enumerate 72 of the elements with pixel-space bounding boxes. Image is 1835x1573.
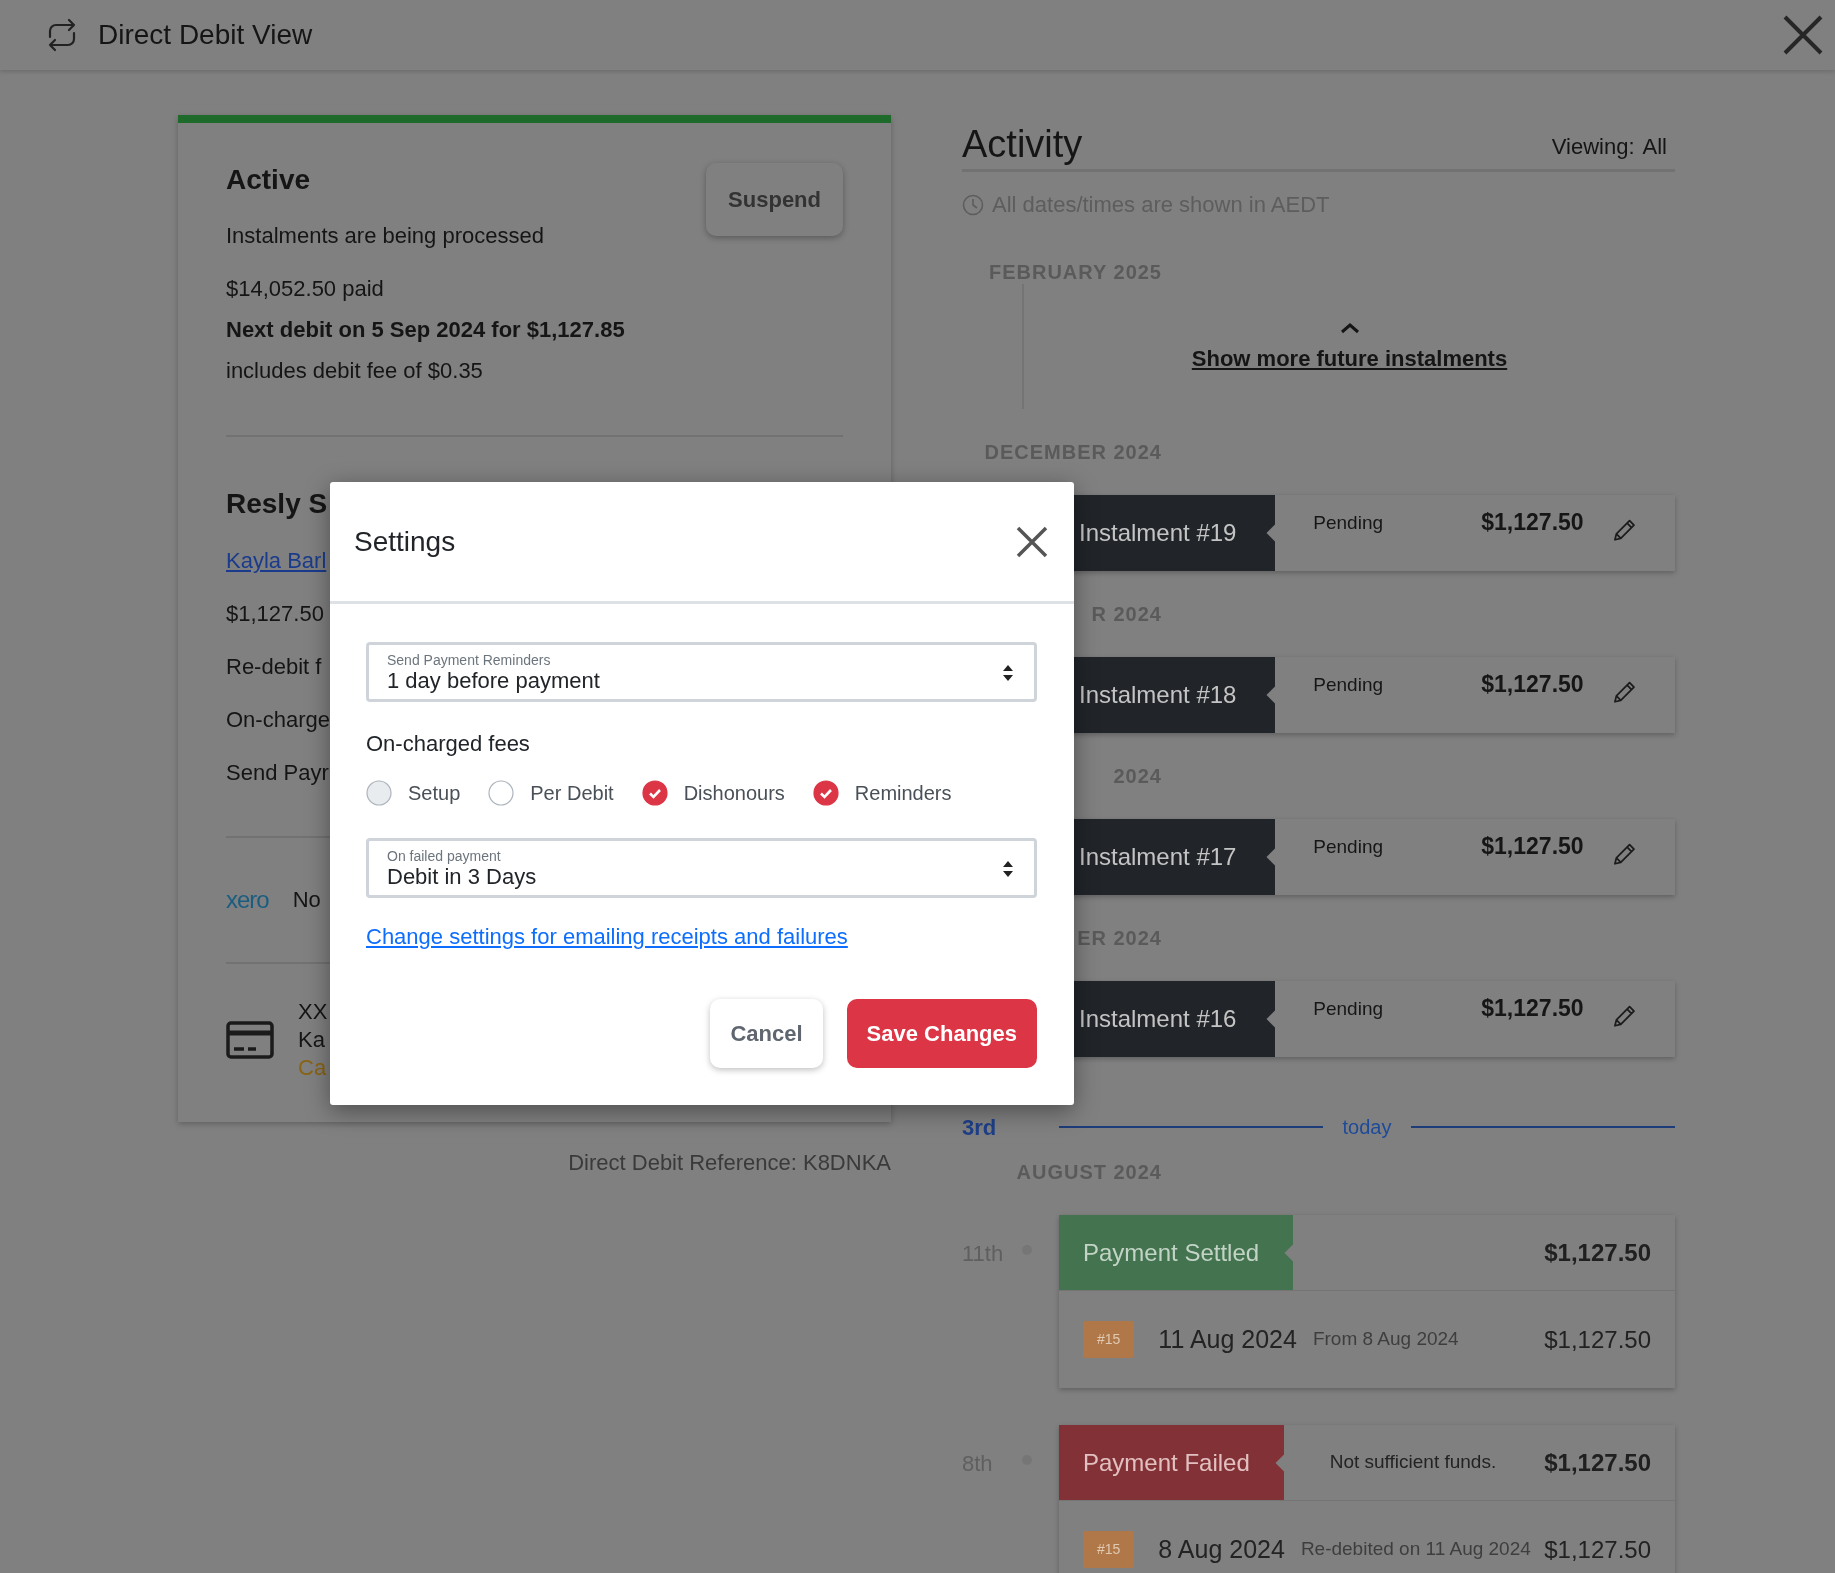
checkbox[interactable]	[641, 780, 668, 806]
sort-arrows-icon	[1002, 860, 1014, 878]
field-value: 1 day before payment	[387, 668, 601, 694]
field-label: On failed payment	[387, 848, 502, 864]
checkbox-label: Dishonours	[683, 781, 785, 806]
viewing-label: Viewing:	[1551, 133, 1635, 161]
pencil-icon[interactable]	[1611, 517, 1637, 543]
status-text: Pending	[1312, 835, 1385, 859]
pencil-icon[interactable]	[1611, 841, 1637, 867]
amount-text: $1,127.50	[1481, 994, 1584, 1023]
summary-text: $14,052.50 paid	[226, 276, 384, 302]
payment-method-text: Ka	[298, 1026, 325, 1054]
pencil-icon[interactable]	[1611, 1003, 1637, 1029]
summary-text: Instalments are being processed	[226, 223, 544, 249]
summary-text: includes debit fee of $0.35	[226, 358, 483, 384]
payment-method-text: Ca	[298, 1054, 327, 1082]
suspend-button[interactable]: Suspend	[706, 163, 843, 236]
instalment-badge: #15	[1083, 1321, 1135, 1358]
detail-text: $1,127.50	[226, 601, 324, 627]
event-date: 8 Aug 2024	[1158, 1533, 1285, 1565]
amount-text: $1,127.50	[1544, 1534, 1651, 1565]
detail-text: Re-debit f	[226, 654, 322, 680]
chevron-up-icon[interactable]	[1339, 322, 1360, 334]
event-note: Not sufficient funds.	[1329, 1450, 1497, 1475]
amount-text: $1,127.50	[1544, 1237, 1652, 1268]
day-label: 3rd	[962, 1113, 998, 1142]
status-text: Pending	[1312, 511, 1385, 535]
checkbox[interactable]	[812, 780, 839, 806]
event-subtext: From 8 Aug 2024	[1312, 1327, 1460, 1352]
customer-link[interactable]: Kayla Barl	[226, 548, 327, 574]
field-value: Debit in 3 Days	[387, 864, 538, 890]
cancel-button[interactable]: Cancel	[710, 999, 823, 1068]
integration-text: No	[292, 887, 321, 913]
activity-title: Activity	[962, 125, 1083, 163]
close-icon[interactable]	[1781, 13, 1825, 57]
viewing-value[interactable]: All	[1642, 130, 1667, 163]
pencil-icon[interactable]	[1611, 679, 1637, 705]
show-more-link[interactable]: Show more future instalments	[1191, 342, 1508, 375]
event-subtext: Re-debited on 11 Aug 2024	[1300, 1537, 1532, 1562]
save-button[interactable]: Save Changes	[846, 999, 1037, 1068]
detail-text: Send Payr	[226, 760, 329, 786]
amount-text: $1,127.50	[1481, 508, 1584, 537]
field-label: Send Payment Reminders	[387, 652, 552, 668]
xero-logo: xero	[226, 885, 269, 915]
detail-text: On-charge	[226, 707, 330, 733]
section-title: Resly S	[226, 487, 328, 521]
checkbox[interactable]	[488, 780, 515, 806]
dialog-title: Settings	[354, 524, 456, 559]
clock-icon	[962, 193, 984, 216]
checkbox-label: Setup	[408, 781, 461, 806]
status-title: Active	[226, 163, 311, 197]
failed-payment-select[interactable]: On failed payment Debit in 3 Days	[366, 838, 1037, 898]
payment-method-text: XX	[298, 998, 328, 1026]
status-text: Pending	[1312, 673, 1385, 697]
status-text: Pending	[1312, 997, 1385, 1021]
reference-text: Direct Debit Reference: K8DNKA	[568, 1149, 891, 1177]
amount-text: $1,127.50	[1481, 670, 1584, 699]
reminder-select[interactable]: Send Payment Reminders 1 day before payment	[366, 642, 1037, 702]
summary-text: Next debit on 5 Sep 2024 for $1,127.85	[226, 317, 625, 343]
instalment-badge: #15	[1083, 1531, 1135, 1568]
fees-label: On-charged fees	[366, 731, 530, 757]
email-settings-link[interactable]: Change settings for emailing receipts and failures	[366, 924, 848, 950]
event-date: 11 Aug 2024	[1158, 1323, 1297, 1355]
sort-arrows-icon	[1002, 664, 1014, 682]
window-title: Direct Debit View	[98, 18, 314, 52]
checkbox-label: Reminders	[854, 781, 952, 806]
amount-text: $1,127.50	[1544, 1447, 1652, 1478]
today-label: today	[1341, 1115, 1393, 1140]
amount-text: $1,127.50	[1481, 832, 1584, 861]
credit-card-icon	[226, 1021, 274, 1059]
checkbox-label: Per Debit	[530, 781, 614, 806]
amount-text: $1,127.50	[1544, 1324, 1651, 1355]
